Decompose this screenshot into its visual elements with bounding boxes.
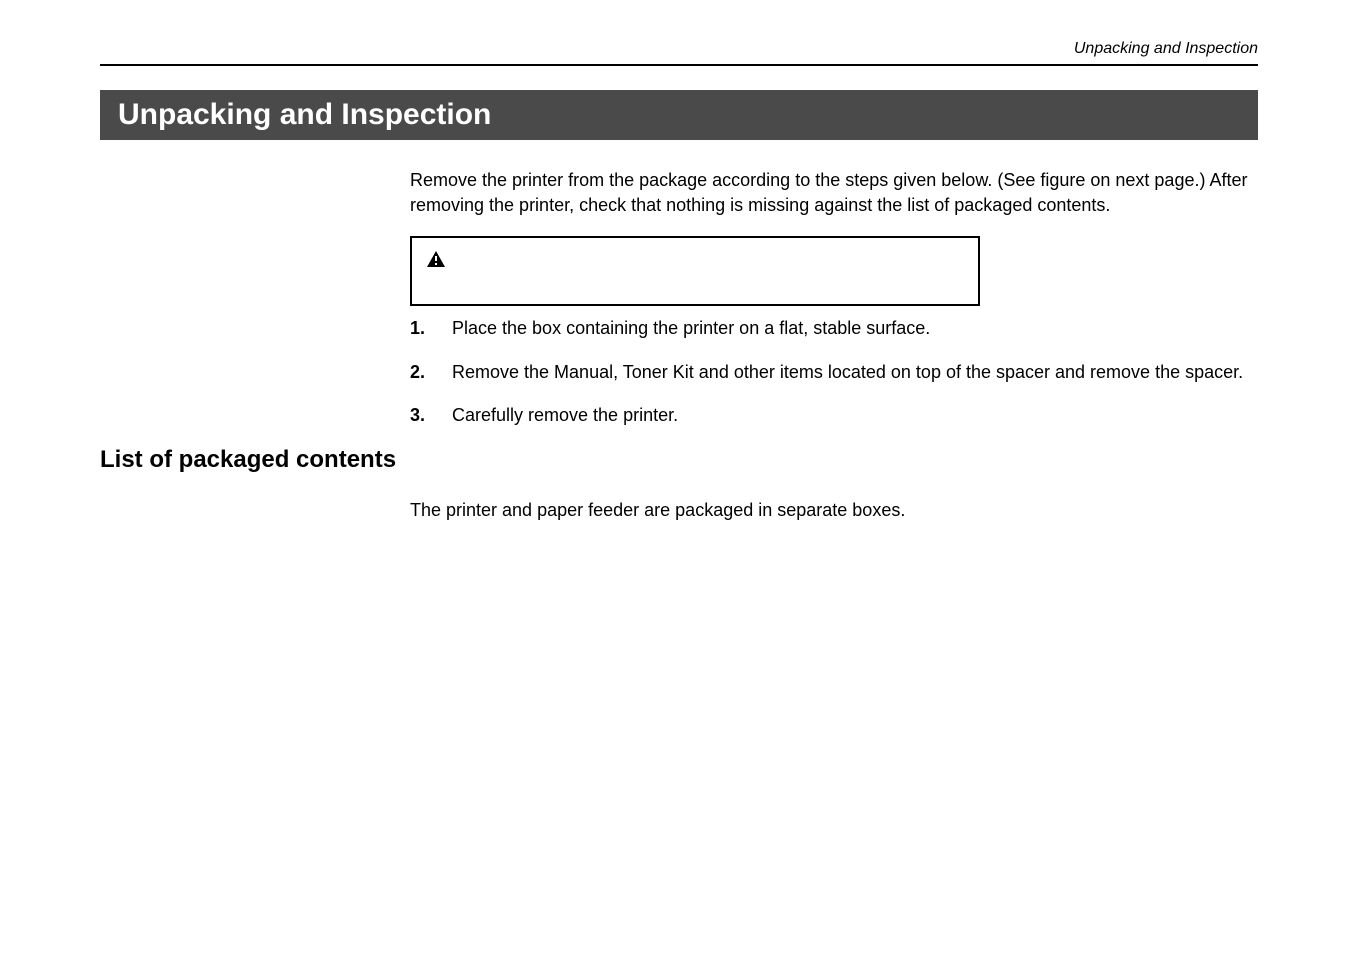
step-number: 2.: [410, 360, 430, 385]
warning-icon: [426, 248, 446, 273]
list-item: 2. Remove the Manual, Toner Kit and othe…: [410, 360, 1258, 385]
step-number: 3.: [410, 403, 430, 428]
step-text: Carefully remove the printer.: [452, 403, 1258, 428]
step-text: Remove the Manual, Toner Kit and other i…: [452, 360, 1258, 385]
main-content: Remove the printer from the package acco…: [410, 168, 1258, 428]
list-item: 1. Place the box containing the printer …: [410, 316, 1258, 341]
section-title-text: Unpacking and Inspection: [118, 98, 491, 131]
step-text: Place the box containing the printer on …: [452, 316, 1258, 341]
warning-box: [410, 236, 980, 306]
running-head: Unpacking and Inspection: [100, 40, 1258, 66]
intro-paragraph: Remove the printer from the package acco…: [410, 168, 1258, 218]
running-head-text: Unpacking and Inspection: [1074, 40, 1258, 57]
list-item: 3. Carefully remove the printer.: [410, 403, 1258, 428]
step-number: 1.: [410, 316, 430, 341]
steps-list: 1. Place the box containing the printer …: [410, 316, 1258, 428]
section-title-bar: Unpacking and Inspection: [100, 90, 1258, 140]
subsection-text: The printer and paper feeder are package…: [410, 500, 1258, 521]
subsection-heading: List of packaged contents: [100, 446, 1258, 474]
